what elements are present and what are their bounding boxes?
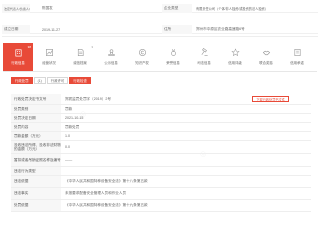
- tab-label: 公示信息: [104, 61, 118, 65]
- tab-label: 经营状况: [42, 61, 56, 65]
- established-date-value: 2019-11-27: [42, 27, 61, 32]
- detail-label: 违法行为类型: [11, 167, 61, 175]
- tab-count-badge: 3: [91, 45, 93, 49]
- tab-administrative[interactable]: 38 行政信息: [3, 43, 33, 71]
- detail-value: ——: [65, 158, 73, 162]
- info-row-legal-rep: 法定代表人/负责人/执行事务合伙人 陈国发 企业类型 有限责任公司（个体/非人独…: [2, 4, 318, 13]
- tab-credit-archive[interactable]: 3 诚信档案: [65, 43, 95, 71]
- legal-rep-label: 法定代表人/负责人/执行事务合伙人: [2, 4, 30, 13]
- detail-value: 郑质监罚处罚字〔2019〕2号: [65, 96, 111, 101]
- enterprise-type-label: 企业类型: [162, 4, 192, 13]
- detail-row-violation-basis: 违法依据 《中华人民共和国特种设备安全法》第十八条第五款: [11, 176, 311, 188]
- detail-value: 罚款处罚: [65, 124, 80, 129]
- tab-credit-commitment[interactable]: 信用承诺: [282, 43, 312, 71]
- stamp-icon: [107, 48, 116, 57]
- detail-row-confiscation-amount: 没收违法所得、没收非法财物的金额（万元） 0.0: [11, 141, 311, 154]
- legal-rep-value: 陈国发: [42, 6, 53, 10]
- tab-label: 司法信息: [197, 61, 211, 65]
- detail-label: 处罚内容: [11, 123, 61, 131]
- detail-row-penalty-content: 处罚内容 罚款处罚: [11, 123, 311, 132]
- detail-row-license-revoked: 暂扣或者吊销证照名称及编号 ——: [11, 154, 311, 167]
- detail-row-violation-type: 违法行为类型: [11, 167, 311, 176]
- detail-row-violation-facts: 违法事实 未按要求配备安全管理人员和作业人员: [11, 188, 311, 200]
- tab-judicial[interactable]: 司法信息: [189, 43, 219, 71]
- tab-business-status[interactable]: 经营状况: [34, 43, 64, 71]
- detail-label: 违法依据: [11, 176, 61, 187]
- tab-label: 知识产权: [135, 61, 149, 65]
- detail-label: 违法事实: [11, 188, 61, 199]
- tab-public-info[interactable]: 公示信息: [96, 43, 126, 71]
- chart-icon: [45, 48, 54, 57]
- tab-honors[interactable]: 荣誉信息: [158, 43, 188, 71]
- tab-label: 行政信息: [11, 61, 25, 65]
- detail-value: 《中华人民共和国特种设备安全法》第十九条第五款: [65, 203, 148, 207]
- tab-joint-reward-punish[interactable]: 联合奖惩: [251, 43, 281, 71]
- info-row-established: 成立日期 2019-11-27 住所 郑州市中原区农业路高速路6号: [2, 25, 318, 34]
- tab-intellectual-property[interactable]: 知识产权: [127, 43, 157, 71]
- download-penalty-document-button[interactable]: 下载行政处罚书文件: [252, 96, 289, 102]
- tab-label: 信用评级: [228, 61, 242, 65]
- detail-row-fine-amount: 罚款金额（万元） 1.0: [11, 132, 311, 141]
- detail-label: 暂扣或者吊销证照名称及编号: [11, 154, 61, 166]
- copyright-icon: [138, 48, 147, 57]
- detail-label: 行政处罚决定书文号: [11, 94, 61, 104]
- detail-row-penalty-basis: 处罚依据 《中华人民共和国特种设备安全法》第十九条第五款: [11, 200, 311, 212]
- detail-label: 处罚类别: [11, 105, 61, 113]
- tab-count-badge: 38: [27, 45, 31, 49]
- tab-credit-rating[interactable]: 信用评级: [220, 43, 250, 71]
- sub-tab-bar: 行政处罚 (1) 行政许可 行政检查: [11, 77, 91, 84]
- detail-label: 罚款金额（万元）: [11, 132, 61, 140]
- enterprise-info-table: 法定代表人/负责人/执行事务合伙人 陈国发 企业类型 有限责任公司（个体/非人独…: [2, 0, 318, 37]
- star-icon: [230, 48, 240, 57]
- detail-row-penalty-category: 处罚类别 罚款: [11, 105, 311, 114]
- tab-label: 诚信档案: [73, 61, 87, 65]
- subtab-admin-penalty[interactable]: 行政处罚: [11, 77, 33, 84]
- address-label: 住所: [162, 25, 192, 34]
- subtab-admin-inspection[interactable]: 行政检查: [69, 77, 91, 84]
- detail-row-decision-date: 处罚决定日期 2021-10-15: [11, 114, 311, 123]
- address-value: 郑州市中原区农业路高速路6号: [196, 27, 245, 31]
- detail-value: 罚款: [65, 106, 73, 111]
- subtab-penalty-count[interactable]: (1): [33, 77, 46, 84]
- established-date-label: 成立日期: [2, 25, 30, 34]
- enterprise-type-value: 有限责任公司（个体/非人独资/或投资的法人独资）: [196, 7, 268, 11]
- detail-value: 《中华人民共和国特种设备安全法》第十八条第五款: [65, 179, 148, 183]
- building-icon: [14, 48, 23, 57]
- tab-label: 信用承诺: [290, 61, 304, 65]
- detail-label: 没收违法所得、没收非法财物的金额（万元）: [11, 141, 61, 153]
- handshake-icon: [262, 48, 271, 57]
- tab-label: 荣誉信息: [166, 61, 180, 65]
- detail-label: 处罚决定日期: [11, 114, 61, 122]
- penalty-detail-table: 行政处罚决定书文号 郑质监罚处罚字〔2019〕2号 下载行政处罚书文件 处罚类别…: [11, 94, 311, 212]
- gavel-icon: [200, 48, 209, 57]
- detail-row-decision-number: 行政处罚决定书文号 郑质监罚处罚字〔2019〕2号 下载行政处罚书文件: [11, 94, 311, 105]
- detail-value: 0.0: [65, 145, 70, 149]
- pen-icon: [293, 48, 302, 57]
- detail-value: 未按要求配备安全管理人员和作业人员: [65, 191, 127, 195]
- category-tab-bar: 38 行政信息 经营状况 3 诚信档案 公示信息 知识产权 荣誉信息 司法信息 …: [3, 41, 317, 72]
- medal-icon: [169, 48, 178, 57]
- subtab-admin-license[interactable]: 行政许可: [46, 77, 69, 84]
- detail-value: 1.0: [65, 134, 70, 138]
- detail-value: 2021-10-15: [65, 116, 84, 120]
- tab-label: 联合奖惩: [259, 61, 273, 65]
- detail-label: 处罚依据: [11, 200, 61, 211]
- document-icon: [76, 48, 85, 57]
